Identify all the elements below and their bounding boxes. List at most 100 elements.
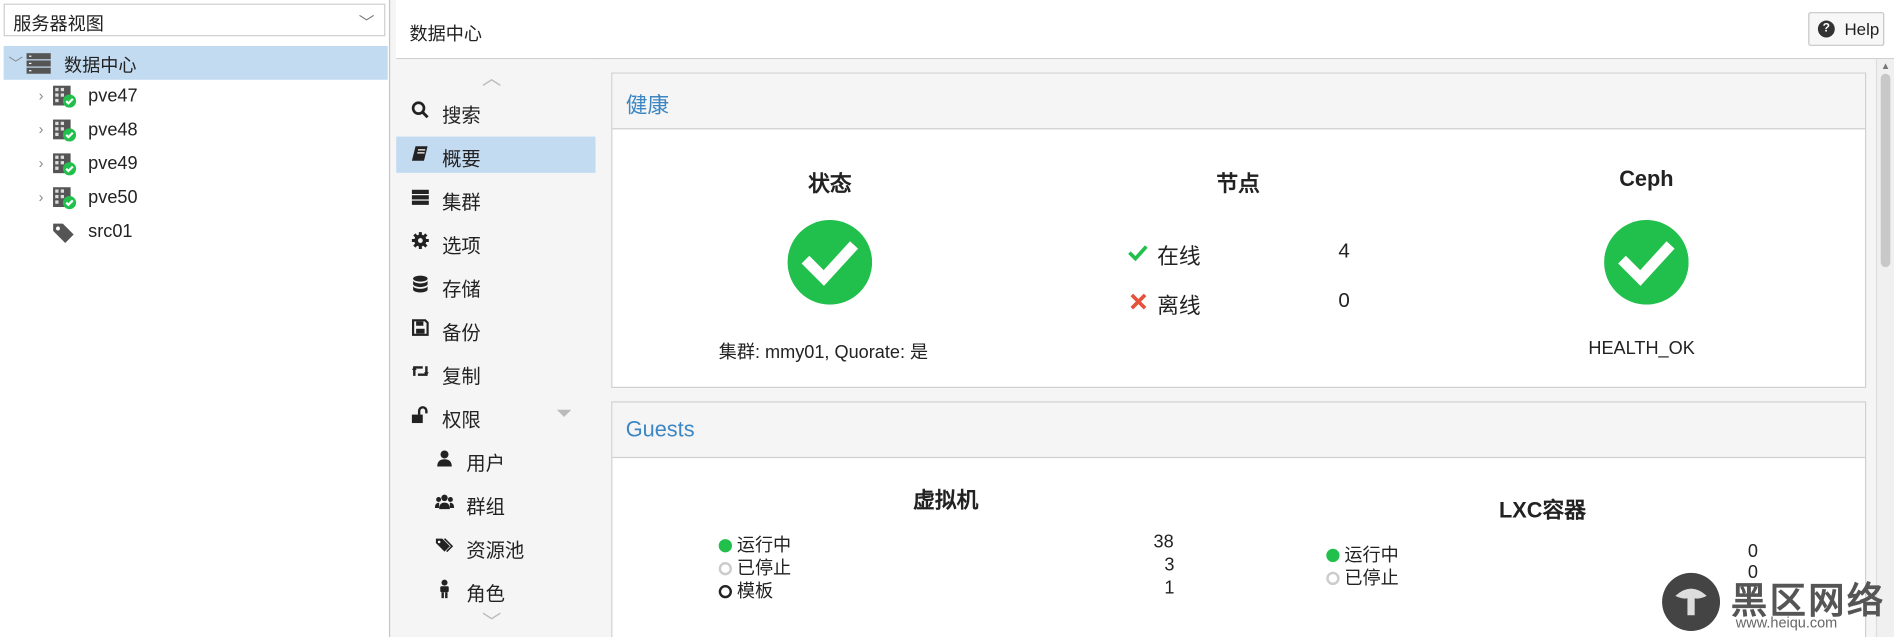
offline-label: 离线 <box>1157 293 1201 318</box>
scroll-up-icon[interactable]: ︿ <box>482 62 501 91</box>
menu-item-label: 搜索 <box>442 106 481 127</box>
health-panel-title: 健康 <box>625 93 670 118</box>
menu-item-label: 备份 <box>442 323 481 345</box>
scroll-up-icon[interactable]: ▲ <box>1881 60 1891 71</box>
menu-item-label: 权限 <box>442 410 481 432</box>
menu-item-replication[interactable]: 复制 <box>396 354 595 390</box>
tree-item-label: pve49 <box>88 153 138 175</box>
menu-item-storage[interactable]: 存储 <box>396 267 595 303</box>
offline-count: 0 <box>1338 288 1350 312</box>
expand-arrow-icon[interactable]: › <box>39 189 44 206</box>
menu-item-permissions[interactable]: 权限 <box>396 398 595 434</box>
content-scrollbar[interactable]: ▲ <box>1875 59 1894 637</box>
health-panel: 健康 状态 集群: mmy01, Quorate: 是 节点 在线 4 离线 0… <box>611 72 1867 388</box>
menu-item-label: 角色 <box>466 585 505 606</box>
scrollbar-thumb[interactable] <box>1880 73 1891 268</box>
unlock-icon <box>411 406 428 424</box>
tree-item-label: 数据中心 <box>64 55 137 77</box>
server-icon <box>411 189 429 205</box>
menu-item-backup[interactable]: 备份 <box>396 311 595 347</box>
tree-item-label: src01 <box>88 221 133 242</box>
stop-circle-icon <box>1326 571 1340 586</box>
expand-arrow-icon[interactable]: › <box>39 121 44 138</box>
menu-item-label: 资源池 <box>466 541 525 563</box>
menu-item-roles[interactable]: 角色 <box>396 572 595 608</box>
lxc-running-label: 运行中 <box>1344 545 1399 566</box>
menu-item-users[interactable]: 用户 <box>396 441 595 477</box>
panel-header: 数据中心 ? Help <box>396 0 1894 60</box>
menu-item-search[interactable]: 搜索 <box>396 93 595 129</box>
stop-circle-icon <box>718 562 732 576</box>
status-heading: 状态 <box>808 171 852 196</box>
vm-running-label: 运行中 <box>736 535 792 557</box>
vm-running-count: 38 <box>1153 531 1174 553</box>
expand-arrow-icon[interactable]: › <box>39 155 44 172</box>
menu-item-pools[interactable]: 资源池 <box>396 528 595 564</box>
play-circle-icon <box>718 539 732 553</box>
expand-arrow-icon[interactable]: › <box>39 87 44 104</box>
retweet-icon <box>411 366 429 376</box>
tree-item-node[interactable]: › pve50 <box>4 181 388 215</box>
node-online-icon <box>53 119 77 142</box>
chevron-down-icon[interactable]: ﹀ <box>359 10 375 33</box>
scroll-down-icon[interactable]: ﹀ <box>482 606 501 635</box>
tree-item-pool[interactable]: src01 <box>4 215 388 249</box>
lxc-stopped-label: 已停止 <box>1344 568 1399 589</box>
status-ok-icon <box>787 219 873 305</box>
vm-running-row: 运行中 <box>718 532 792 557</box>
menu-item-groups[interactable]: 群组 <box>396 485 595 521</box>
menu-item-label: 用户 <box>466 454 505 476</box>
node-online-icon <box>53 187 77 210</box>
help-button-label: Help <box>1844 19 1880 39</box>
database-icon <box>413 275 428 293</box>
menu-item-label: 复制 <box>442 367 481 388</box>
vm-template-count: 1 <box>1164 577 1175 599</box>
help-button[interactable]: ? Help <box>1808 12 1885 46</box>
online-count: 4 <box>1338 239 1350 263</box>
tree-item-label: pve47 <box>88 85 138 107</box>
side-menu: ︿ 搜索 概要 集群 选项 存储 备份 复制 权限 用户 群组 资源池 角色 ﹀ <box>396 59 597 637</box>
vm-heading: 虚拟机 <box>913 488 979 513</box>
menu-item-label: 存储 <box>442 280 481 301</box>
tree-item-node[interactable]: › pve49 <box>4 147 388 181</box>
tags-icon <box>53 223 74 243</box>
ceph-status-text: HEALTH_OK <box>1588 338 1695 359</box>
menu-item-cluster[interactable]: 集群 <box>396 180 595 216</box>
main-panel: 数据中心 ? Help ︿ 搜索 概要 集群 选项 存储 备份 复制 权限 用户… <box>396 0 1894 637</box>
circle-icon <box>718 585 732 599</box>
cluster-status-text: 集群: mmy01, Quorate: 是 <box>718 342 929 363</box>
vm-template-label: 模板 <box>736 581 774 602</box>
gear-icon <box>411 232 429 249</box>
menu-item-summary[interactable]: 概要 <box>396 136 596 173</box>
vm-stopped-label: 已停止 <box>736 558 792 579</box>
users-icon <box>434 494 455 510</box>
floppy-icon <box>412 319 429 336</box>
resource-tree-panel: 服务器视图 ﹀ ﹀ 数据中心 › pve47 › pve48 › pve49 ›… <box>0 0 391 637</box>
node-online-icon <box>53 153 77 176</box>
caret-down-icon[interactable] <box>556 409 572 418</box>
search-icon <box>411 101 429 119</box>
ceph-ok-icon <box>1604 219 1689 305</box>
tree-item-label: pve50 <box>88 187 138 208</box>
menu-item-label: 群组 <box>466 497 505 519</box>
vm-template-row: 模板 <box>718 578 774 603</box>
guests-panel-title: Guests <box>625 417 695 442</box>
tree-item-datacenter[interactable]: ﹀ 数据中心 <box>3 45 388 80</box>
menu-item-options[interactable]: 选项 <box>396 224 595 260</box>
page-title: 数据中心 <box>409 24 482 45</box>
watermark-url: www.heiqu.com <box>1735 614 1838 631</box>
lxc-running-row: 运行中 <box>1326 541 1399 566</box>
tree-item-node[interactable]: › pve48 <box>4 114 388 148</box>
book-icon <box>411 146 428 161</box>
close-icon <box>1130 293 1147 310</box>
lxc-running-count: 0 <box>1747 541 1758 563</box>
tree-item-label: pve48 <box>88 119 138 141</box>
resource-tree: ﹀ 数据中心 › pve47 › pve48 › pve49 › pve50 s… <box>3 45 388 249</box>
node-online-icon <box>53 85 77 108</box>
tree-item-node[interactable]: › pve47 <box>4 80 388 114</box>
view-selector[interactable]: 服务器视图 ﹀ <box>3 3 386 37</box>
collapse-arrow-icon[interactable]: ﹀ <box>8 53 23 74</box>
ceph-heading: Ceph <box>1619 166 1674 191</box>
watermark-logo-icon <box>1662 572 1721 631</box>
vm-stopped-row: 已停止 <box>718 555 792 580</box>
